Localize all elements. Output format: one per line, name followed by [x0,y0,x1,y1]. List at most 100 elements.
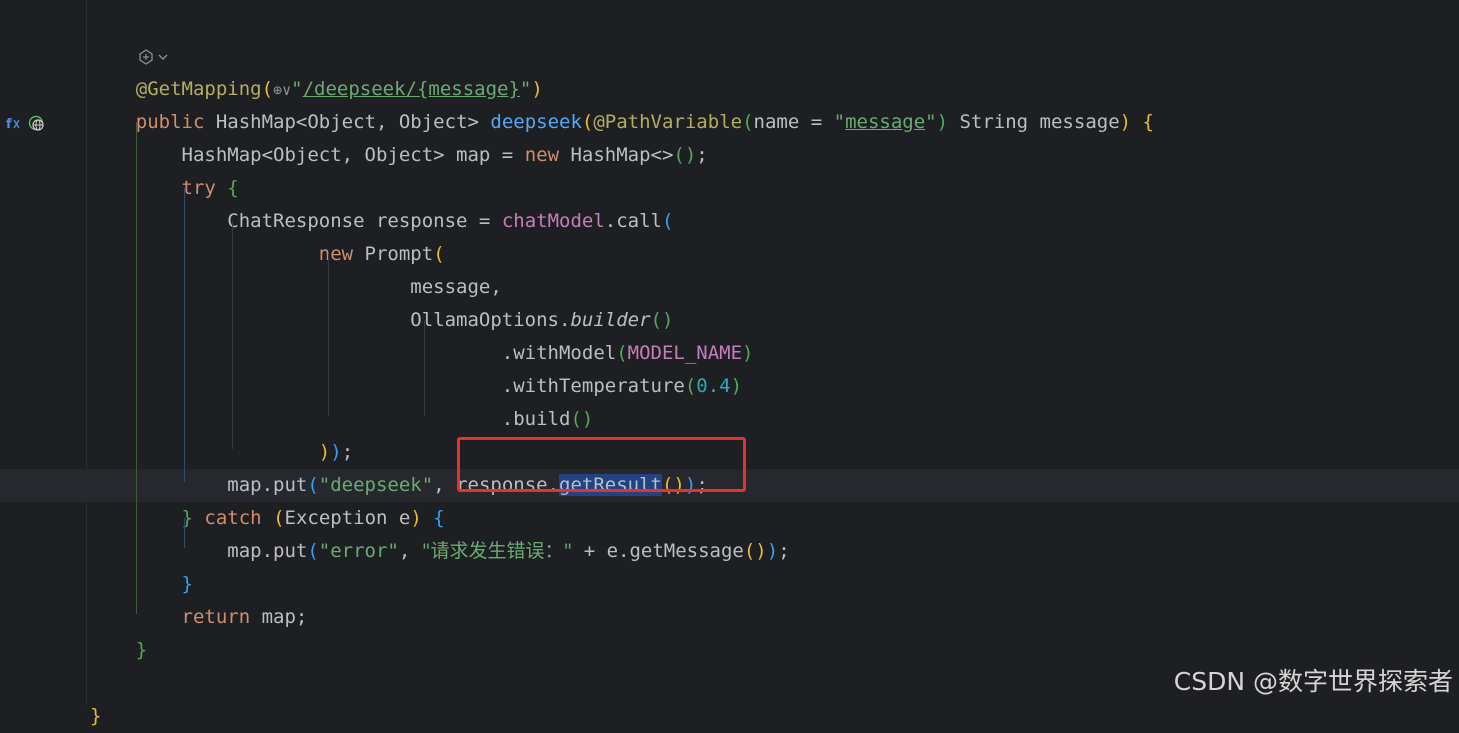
code-line[interactable]: public HashMap<Object, Object> deepseek (… [0,106,1459,139]
code-line-text: .withModel(MODEL_NAME) [90,337,754,370]
code-line[interactable]: .withTemperature(0.4) [0,370,1459,403]
code-token: " [291,78,303,100]
ai-assistant-icon[interactable] [136,40,172,73]
watermark: CSDN @数字世界探索者 [1173,667,1453,696]
code-token: { [433,507,445,529]
code-token: ) [318,441,331,463]
code-token: .withTemperature [90,375,685,397]
code-token: ) [766,540,779,562]
code-token: ) [742,342,754,364]
code-token: + e.getMessage [572,540,744,562]
code-token: () [570,408,594,430]
code-token: String message [948,111,1120,133]
code-line[interactable]: ChatResponse response = chatModel.call( [0,205,1459,238]
code-line[interactable]: return map; [0,601,1459,634]
code-line-text: } [90,568,193,601]
code-editor[interactable]: @GetMapping(⊕∨"/deepseek/{message}") pub… [0,0,1459,727]
code-token: { [1142,111,1154,133]
code-token: name = [753,111,834,133]
code-token: HashMap<Object, Object> map = [90,144,525,166]
code-token: MODEL_NAME [627,342,743,364]
code-line-text [90,667,113,700]
code-line[interactable]: HashMap<Object, Object> map = new HashMa… [0,139,1459,172]
code-token: ChatResponse response = [90,210,502,232]
code-line[interactable]: } [0,700,1459,733]
code-line-text: } catch (Exception e) { [90,502,445,535]
code-token: return [181,606,251,628]
code-token: ( [433,243,445,265]
code-token: ; [696,144,708,166]
code-token: OllamaOptions. [90,309,571,331]
code-line[interactable]: map.put("error", "请求发生错误：" + e.getMessag… [0,535,1459,568]
code-line[interactable]: message, [0,271,1459,304]
code-token: map.put [90,540,308,562]
code-token: try [181,177,216,199]
code-line[interactable]: @GetMapping(⊕∨"/deepseek/{message}") [0,73,1459,106]
code-token: builder [570,309,651,331]
code-token: deepseek [490,111,582,133]
code-line[interactable]: OllamaOptions.builder() [0,304,1459,337]
code-token: () [673,144,697,166]
code-token: HashMap<> [559,144,674,166]
code-token: ) [1119,111,1132,133]
code-line[interactable] [0,40,1459,73]
code-token: () [650,309,674,331]
code-line-text: } [90,700,101,733]
code-line-text: HashMap<Object, Object> map = new HashMa… [90,139,708,172]
code-token: message [845,111,926,133]
code-token: ) [410,507,422,529]
code-token: ) [531,78,543,100]
code-token: ( [307,474,319,496]
code-token: ( [273,507,285,529]
indent-guide [424,320,425,416]
code-line-text: map.put("error", "请求发生错误：" + e.getMessag… [90,535,790,568]
code-line-text: return map; [90,601,308,634]
code-line-text [90,40,113,73]
code-token: .build [90,408,571,430]
code-line-text: OllamaOptions.builder() [90,304,673,337]
code-token: " [833,111,846,133]
code-line[interactable]: .build() [0,403,1459,436]
code-token: public [135,111,205,133]
code-token: } [90,705,102,727]
code-token: Exception e [284,507,411,529]
function-gutter-icon[interactable]: f [3,106,23,139]
code-token: @PathVariable [593,111,743,133]
code-token: @GetMapping [135,78,262,100]
code-token: () [743,540,767,562]
indent-guide [184,518,185,548]
code-token: , [398,540,422,562]
code-line[interactable]: try { [0,172,1459,205]
code-token: " [519,78,532,100]
code-token: HashMap<Object, Object> [204,111,491,133]
code-token: ( [742,111,754,133]
code-token: ) [936,111,949,133]
code-token: ; [778,540,790,562]
code-line-text: .withTemperature(0.4) [90,370,742,403]
code-token: map; [250,606,308,628]
code-line[interactable]: new Prompt( [0,238,1459,271]
code-token: Prompt [353,243,434,265]
code-token: "error" [318,540,399,562]
code-token: " [925,111,937,133]
code-line[interactable]: .withModel(MODEL_NAME) [0,337,1459,370]
code-line-text: try { [90,172,239,205]
code-token: ; [341,441,354,463]
code-line[interactable]: } catch (Exception e) { [0,502,1459,535]
code-token: ( [684,375,697,397]
code-token: /deepseek/{message} [302,78,520,100]
web-endpoint-icon[interactable] [25,106,47,139]
code-token: chatModel [501,210,605,232]
indent-guide [328,254,329,416]
indent-guide [184,188,185,482]
code-line[interactable]: } [0,568,1459,601]
code-token: catch [204,507,262,529]
